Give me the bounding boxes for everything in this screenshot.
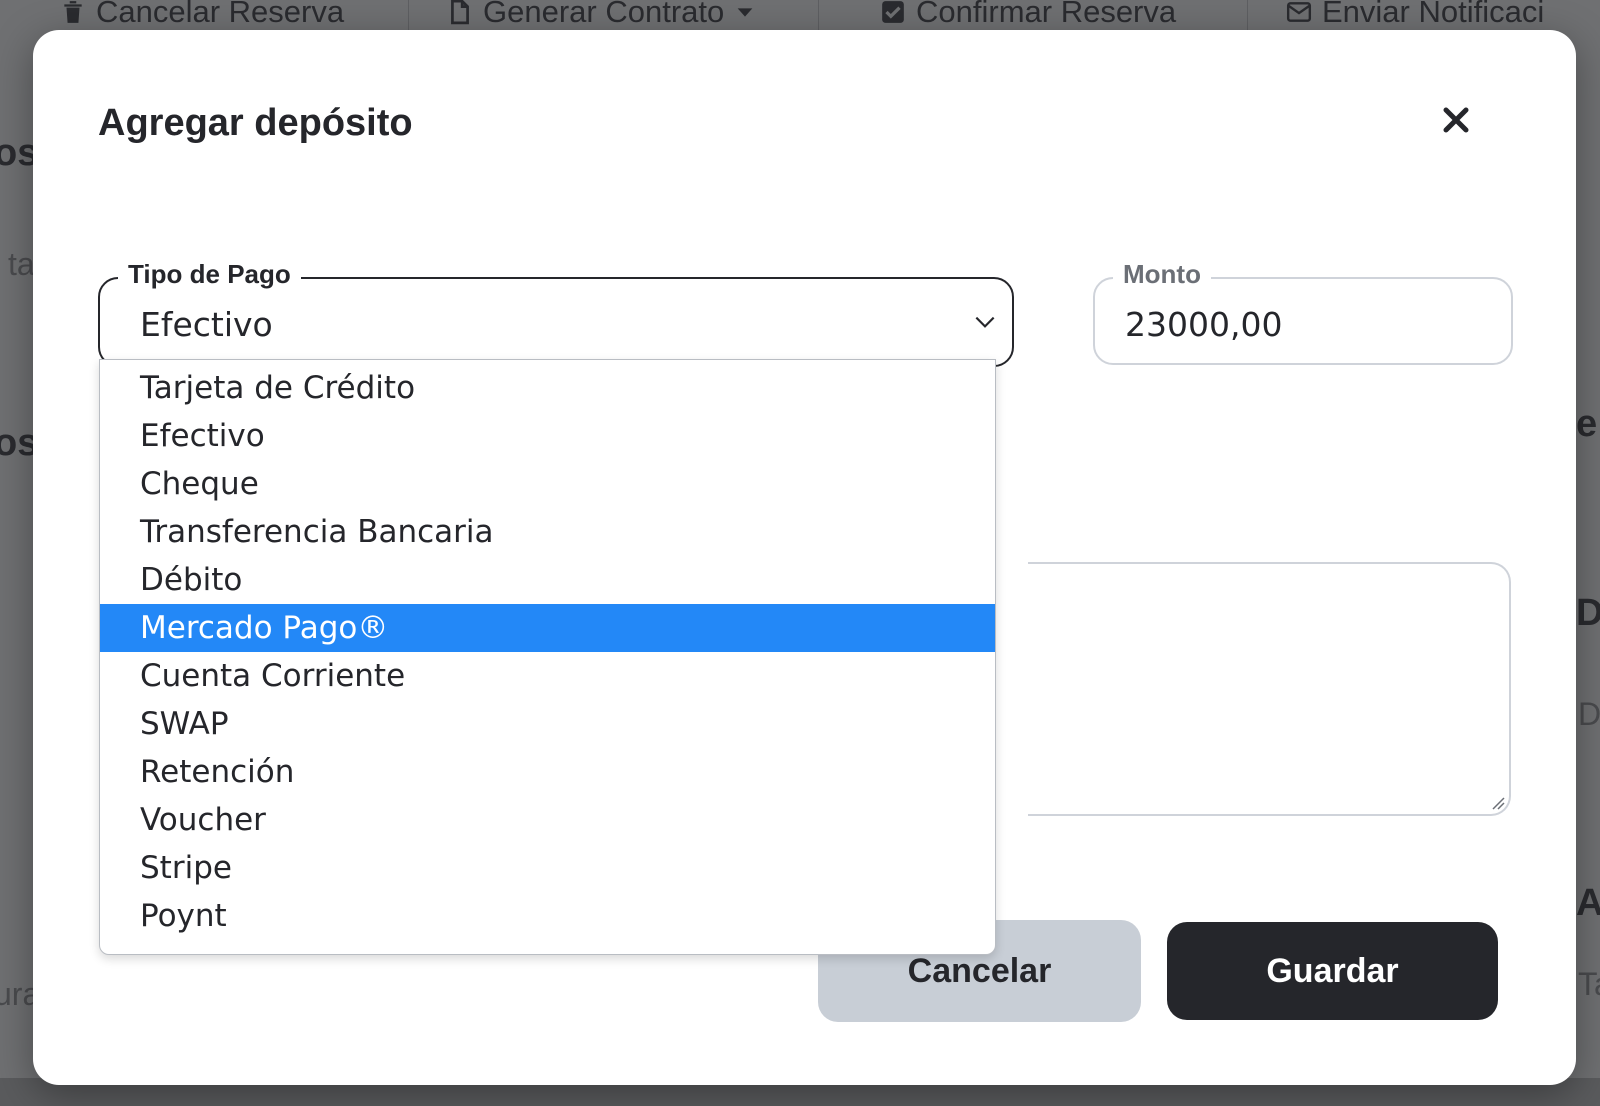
confirm-reservation-label: Confirmar Reserva [916,0,1177,29]
background-toolbar: Cancelar Reserva Generar Contrato Confir… [0,0,1600,30]
payment-option[interactable]: Poynt [100,892,995,940]
confirm-reservation-button[interactable]: Confirmar Reserva [880,0,1176,30]
background-text: A [1576,882,1600,924]
toolbar-divider [1247,0,1248,30]
send-notification-label: Enviar Notificaci [1322,0,1545,29]
payment-option-highlighted[interactable]: Mercado Pago® [100,604,995,652]
toolbar-divider [818,0,819,30]
caret-down-icon [737,8,753,17]
payment-type-value: Efectivo [140,305,273,344]
document-icon [451,0,469,25]
close-icon [1443,107,1469,133]
envelope-icon [1286,2,1312,22]
amount-label: Monto [1113,259,1211,290]
background-text: e [1576,403,1598,445]
send-notification-button[interactable]: Enviar Notificaci [1286,0,1544,30]
payment-type-dropdown: Tarjeta de Crédito Efectivo Cheque Trans… [99,359,996,955]
payment-option[interactable]: Stripe [100,844,995,892]
cancel-reservation-label: Cancelar Reserva [96,0,345,29]
close-button[interactable] [1428,92,1484,148]
chevron-down-icon [975,316,995,328]
payment-option[interactable]: Cheque [100,460,995,508]
background-text: D [1576,592,1600,634]
payment-type-label: Tipo de Pago [118,259,301,290]
notes-textarea[interactable] [1028,562,1511,816]
payment-option[interactable]: Débito [100,556,995,604]
payment-option[interactable]: Transferencia Bancaria [100,508,995,556]
payment-option[interactable]: Retención [100,748,995,796]
toolbar-divider [408,0,409,30]
payment-option[interactable]: SWAP [100,700,995,748]
payment-type-select[interactable]: Tipo de Pago Efectivo [98,259,1014,367]
payment-option[interactable]: Voucher [100,796,995,844]
payment-option[interactable]: Efectivo [100,412,995,460]
generate-contract-label: Generar Contrato [483,0,725,29]
background-text: Di [1578,696,1600,732]
trash-icon [64,1,82,23]
generate-contract-button[interactable]: Generar Contrato [447,0,756,30]
resize-handle-icon[interactable] [1491,796,1505,810]
payment-option[interactable]: Tarjeta de Crédito [100,364,995,412]
check-square-icon [882,1,904,23]
background-text: Ta [1578,966,1600,1002]
amount-value: 23000,00 [1125,305,1283,344]
modal-title: Agregar depósito [98,102,413,144]
save-button[interactable]: Guardar [1167,922,1498,1020]
payment-option[interactable]: Cuenta Corriente [100,652,995,700]
amount-field[interactable]: Monto 23000,00 [1093,259,1513,365]
background-text: ta [8,246,35,282]
cancel-reservation-button[interactable]: Cancelar Reserva [60,0,344,30]
